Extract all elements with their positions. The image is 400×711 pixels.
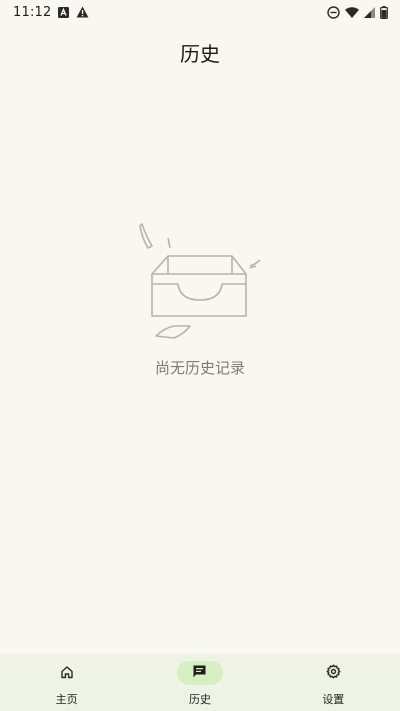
page-title: 历史 (180, 42, 220, 66)
nav-label-history: 历史 (188, 693, 211, 706)
history-icon (192, 664, 207, 683)
warning-icon (76, 6, 89, 18)
home-icon (60, 664, 74, 683)
nav-item-settings[interactable]: 设置 (267, 654, 400, 711)
signal-icon (364, 6, 375, 18)
wifi-icon (345, 6, 359, 18)
dnd-icon (327, 5, 340, 19)
status-left: 11:12 (13, 5, 89, 20)
empty-state-message: 尚无历史记录 (154, 359, 245, 377)
nav-item-home[interactable]: 主页 (0, 654, 133, 711)
status-right (327, 5, 388, 19)
history-screen: 11:12 历史 尚无历史记录 主页 历史 设置 (0, 0, 400, 711)
bottom-navigation: 主页 历史 设置 (0, 654, 400, 711)
settings-icon (326, 664, 341, 683)
nav-icon-container (310, 661, 356, 685)
status-time: 11:12 (13, 4, 52, 20)
nav-label-settings: 设置 (322, 693, 345, 706)
nav-item-history[interactable]: 历史 (133, 654, 266, 711)
battery-icon (380, 5, 388, 19)
nav-label-home: 主页 (55, 693, 78, 706)
empty-tray-icon (134, 218, 266, 346)
status-bar: 11:12 (0, 0, 400, 24)
nav-active-indicator (176, 661, 223, 685)
nav-icon-container (44, 661, 90, 685)
a-box-icon (58, 6, 70, 18)
